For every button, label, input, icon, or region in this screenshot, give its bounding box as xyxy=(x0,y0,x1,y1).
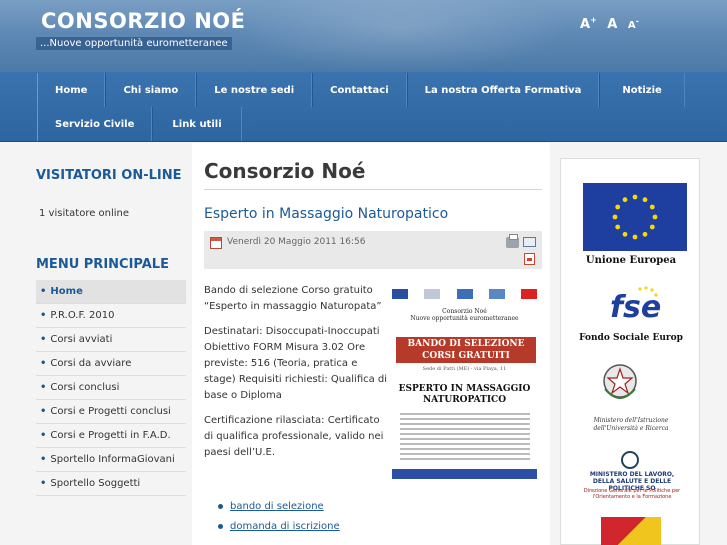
menu-item-corsi-conclusi[interactable]: • Corsi conclusi xyxy=(36,376,186,400)
flyer-org: Consorzio Noé Nuove opportunità euromett… xyxy=(410,308,519,322)
italian-emblem-icon[interactable] xyxy=(599,359,641,407)
fse-label: Fondo Sociale Europ xyxy=(579,333,683,343)
menu-item-progetti-fad[interactable]: • Corsi e Progetti in F.A.D. xyxy=(36,424,186,448)
site-title[interactable]: CONSORZIO NOÉ xyxy=(41,9,245,33)
title-divider xyxy=(204,189,542,190)
main-navigation: Home Chi siamo Le nostre sedi Contattaci… xyxy=(0,72,727,142)
main-menu: • Home • P.R.O.F. 2010 • Corsi avviati • Cor… xyxy=(36,280,186,496)
pdf-icon[interactable] xyxy=(524,253,535,265)
flyer-logos xyxy=(392,289,537,303)
menu-item-label: Corsi conclusi xyxy=(50,382,120,393)
menu-item-label: Corsi e Progetti conclusi xyxy=(50,406,171,417)
bullet-icon: • xyxy=(40,478,47,489)
print-icon[interactable] xyxy=(506,234,519,248)
font-decrease-button[interactable]: A- xyxy=(628,17,639,31)
eu-stars xyxy=(612,194,658,240)
eu-label: Unione Europea xyxy=(585,255,677,266)
bullet-icon: • xyxy=(40,382,47,393)
menu-item-label: Corsi avviati xyxy=(50,334,113,345)
page-title: Consorzio Noé xyxy=(204,159,366,183)
main-content: Consorzio Noé Esperto in Massaggio Natur… xyxy=(192,143,550,545)
link-bando-selezione[interactable]: bando di selezione xyxy=(230,501,324,512)
eu-flag-icon[interactable] xyxy=(583,183,687,251)
nav-item-offerta-formativa[interactable]: La nostra Offerta Formativa xyxy=(406,73,600,107)
flyer-text-lines xyxy=(400,413,530,463)
ministry-logo-icon[interactable] xyxy=(621,451,639,469)
svg-text:fse: fse xyxy=(610,290,661,325)
menu-item-progetti-conclusi[interactable]: • Corsi e Progetti conclusi xyxy=(36,400,186,424)
menu-item-home[interactable]: • Home xyxy=(36,280,186,304)
list-item: bando di selezione xyxy=(218,497,340,517)
site-header: CONSORZIO NOÉ ...Nuove opportunità eurom… xyxy=(0,0,727,72)
font-size-controls: A+ A A- xyxy=(580,16,645,32)
nav-item-contattaci[interactable]: Contattaci xyxy=(312,73,407,107)
nav-item-le-nostre-sedi[interactable]: Le nostre sedi xyxy=(196,73,313,107)
nav-item-notizie[interactable]: Notizie xyxy=(599,73,685,107)
article-paragraph: Destinatari: Disoccupati-Inoccupati Obie… xyxy=(204,326,388,401)
bullet-icon: • xyxy=(40,454,47,465)
article-links: bando di selezione domanda di iscrizione xyxy=(218,497,340,537)
bullet-icon xyxy=(218,523,223,529)
bullet-icon: • xyxy=(40,334,47,345)
main-menu-heading: MENU PRINCIPALE xyxy=(36,257,169,272)
fse-logo-icon[interactable]: fse xyxy=(606,283,666,331)
bullet-icon: • xyxy=(40,358,47,369)
flyer-contacts: Sede di Patti (ME) - via Playa, 11 xyxy=(422,366,507,372)
menu-item-corsi-da-avviare[interactable]: • Corsi da avviare xyxy=(36,352,186,376)
font-reset-button[interactable]: A xyxy=(607,17,617,32)
visitors-count: 1 visitatore online xyxy=(39,208,130,219)
header-background-image xyxy=(230,0,570,72)
menu-item-label: Corsi e Progetti in F.A.D. xyxy=(50,430,171,441)
nav-item-link-utili[interactable]: Link utili xyxy=(152,107,242,141)
ministry-sublabel: Direzione Generale per le Politiche per … xyxy=(583,488,681,500)
menu-item-sportello-soggetti[interactable]: • Sportello Soggetti xyxy=(36,472,186,496)
article-paragraph: Certificazione rilasciata: Certificato d… xyxy=(204,415,384,458)
nav-row-1: Home Chi siamo Le nostre sedi Contattaci… xyxy=(37,73,685,107)
bullet-icon: • xyxy=(40,286,47,297)
bullet-icon: • xyxy=(40,430,47,441)
visitors-heading: VISITATORI ON-LINE xyxy=(36,168,182,183)
bullet-icon: • xyxy=(40,406,47,417)
menu-item-corsi-avviati[interactable]: • Corsi avviati xyxy=(36,328,186,352)
nav-item-home[interactable]: Home xyxy=(37,73,106,107)
article-date: Venerdì 20 Maggio 2011 16:56 xyxy=(227,237,366,247)
flyer-banner: BANDO DI SELEZIONE CORSI GRATUITI xyxy=(396,337,536,363)
nav-item-chi-siamo[interactable]: Chi siamo xyxy=(105,73,197,107)
article-title[interactable]: Esperto in Massaggio Naturopatico xyxy=(204,206,448,222)
article-paragraph: Bando di selezione Corso gratuito “Esper… xyxy=(204,285,382,312)
font-increase-button[interactable]: A+ xyxy=(580,16,597,32)
article-body: Bando di selezione Corso gratuito “Esper… xyxy=(204,283,388,470)
menu-item-prof-2010[interactable]: • P.R.O.F. 2010 xyxy=(36,304,186,328)
menu-item-label: Corsi da avviare xyxy=(50,358,132,369)
link-domanda-iscrizione[interactable]: domanda di iscrizione xyxy=(230,521,340,532)
calendar-icon xyxy=(210,237,222,249)
email-icon[interactable] xyxy=(523,237,536,247)
site-tagline: ...Nuove opportunità eurometteranee xyxy=(36,37,232,50)
menu-item-label: Sportello Soggetti xyxy=(50,478,141,489)
flyer-footer-bar xyxy=(392,469,537,479)
bullet-icon xyxy=(218,503,223,509)
bullet-icon: • xyxy=(40,310,47,321)
menu-item-label: P.R.O.F. 2010 xyxy=(50,310,115,321)
nav-row-2: Servizio Civile Link utili xyxy=(37,107,242,141)
list-item: domanda di iscrizione xyxy=(218,517,340,537)
course-flyer-image: Consorzio Noé Nuove opportunità euromett… xyxy=(392,286,537,486)
menu-item-informagiovani[interactable]: • Sportello InformaGiovani xyxy=(36,448,186,472)
miur-label: Ministero dell'Istruzione dell'Universit… xyxy=(593,417,669,432)
menu-item-label: Home xyxy=(50,286,83,297)
flyer-course-title: ESPERTO IN MASSAGGIO NATUROPATICO xyxy=(398,384,531,405)
sicilia-flag-icon[interactable] xyxy=(601,517,661,545)
right-sidebar: Unione Europea fse Fondo Sociale Europ M… xyxy=(560,158,700,545)
left-sidebar: VISITATORI ON-LINE 1 visitatore online M… xyxy=(28,155,192,545)
menu-item-label: Sportello InformaGiovani xyxy=(50,454,175,465)
article-meta-bar: Venerdì 20 Maggio 2011 16:56 xyxy=(204,231,542,269)
nav-item-servizio-civile[interactable]: Servizio Civile xyxy=(37,107,153,141)
